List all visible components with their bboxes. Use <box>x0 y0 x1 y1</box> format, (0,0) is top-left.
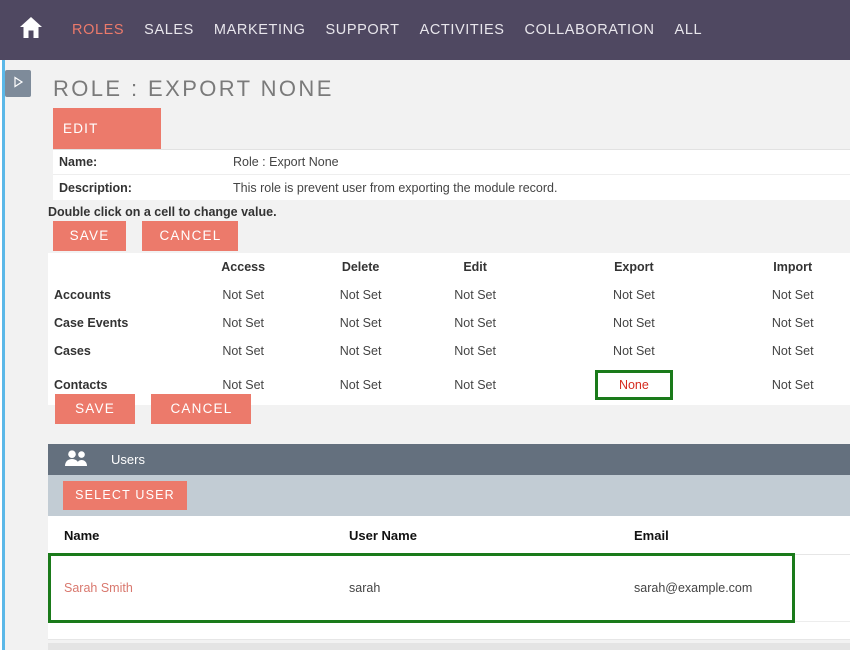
user-username-cell: sarah <box>333 554 618 622</box>
users-panel-header: Users <box>48 444 850 475</box>
users-toolbar: SELECT USER <box>48 475 850 516</box>
permission-cell-import[interactable]: Not Set <box>735 337 850 365</box>
permission-cell-edit[interactable]: Not Set <box>418 337 533 365</box>
permissions-col-module <box>48 253 183 281</box>
nav-items: ROLES SALES MARKETING SUPPORT ACTIVITIES… <box>62 0 712 60</box>
permission-cell-edit[interactable]: Not Set <box>418 309 533 337</box>
permission-cell-import[interactable]: Not Set <box>735 365 850 405</box>
home-icon <box>19 16 43 44</box>
permissions-col-edit: Edit <box>463 260 487 274</box>
detail-row-description: Description: This role is prevent user f… <box>53 175 850 200</box>
highlighted-value: None <box>594 370 673 400</box>
permission-cell-edit[interactable]: Not Set <box>418 365 533 405</box>
edit-hint-text: Double click on a cell to change value. <box>48 205 277 219</box>
select-user-button[interactable]: SELECT USER <box>63 481 187 510</box>
permission-cell-delete[interactable]: Not Set <box>303 309 418 337</box>
nav-item-roles[interactable]: ROLES <box>62 0 134 60</box>
save-button-bottom[interactable]: SAVE <box>55 394 135 424</box>
nav-item-label: ACTIVITIES <box>419 22 505 38</box>
cancel-button-bottom[interactable]: CANCEL <box>151 394 252 424</box>
permission-cell-export[interactable]: Not Set <box>532 337 735 365</box>
users-table: Name User Name Email Sarah Smith sarah s… <box>48 516 850 622</box>
permission-cell-import[interactable]: Not Set <box>735 281 850 309</box>
nav-item-label: ROLES <box>72 22 125 38</box>
permissions-buttons-top: SAVE CANCEL <box>53 221 250 251</box>
table-row: Cases Not Set Not Set Not Set Not Set No… <box>48 337 850 365</box>
nav-item-label: SUPPORT <box>325 22 400 38</box>
permission-cell-delete[interactable]: Not Set <box>303 281 418 309</box>
home-button[interactable] <box>0 0 62 60</box>
users-col-name: Name <box>48 516 333 555</box>
permissions-col-access: Access <box>221 260 266 274</box>
record-detail-table: Name: Role : Export None Description: Th… <box>53 149 850 200</box>
permission-cell-export-highlighted[interactable]: None <box>532 365 735 405</box>
user-name-link[interactable]: Sarah Smith <box>64 581 133 595</box>
app-root: ROLES SALES MARKETING SUPPORT ACTIVITIES… <box>0 0 850 650</box>
users-panel-title: Users <box>111 452 145 467</box>
bottom-strip <box>48 643 850 650</box>
permissions-buttons-bottom: SAVE CANCEL <box>55 394 263 424</box>
nav-item-support[interactable]: SUPPORT <box>316 0 410 60</box>
users-panel: Users SELECT USER Name User Name Email S… <box>48 444 850 640</box>
permission-cell-access[interactable]: Not Set <box>183 281 303 309</box>
permission-module-name: Case Events <box>54 316 129 330</box>
permission-cell-export[interactable]: Not Set <box>532 281 735 309</box>
nav-item-label: MARKETING <box>213 22 306 38</box>
play-triangle-icon <box>13 75 24 93</box>
top-navigation-bar: ROLES SALES MARKETING SUPPORT ACTIVITIES… <box>0 0 850 60</box>
page-title: ROLE : EXPORT NONE <box>53 76 334 101</box>
table-row[interactable]: Sarah Smith sarah sarah@example.com <box>48 554 850 622</box>
nav-item-label: ALL <box>674 22 703 38</box>
left-accent-rail <box>2 60 5 650</box>
nav-item-sales[interactable]: SALES <box>134 0 204 60</box>
nav-item-label: SALES <box>144 22 194 38</box>
permission-cell-import[interactable]: Not Set <box>735 309 850 337</box>
detail-row-name: Name: Role : Export None <box>53 150 850 175</box>
table-row: Accounts Not Set Not Set Not Set Not Set… <box>48 281 850 309</box>
nav-item-all[interactable]: ALL <box>665 0 713 60</box>
permissions-header-row: Access Delete Edit Export Import <box>48 253 850 281</box>
save-button-top[interactable]: SAVE <box>53 221 126 251</box>
permission-cell-delete[interactable]: Not Set <box>303 337 418 365</box>
permission-cell-export[interactable]: Not Set <box>532 309 735 337</box>
sidebar-expand-button[interactable] <box>5 70 31 97</box>
permission-cell-access[interactable]: Not Set <box>183 337 303 365</box>
permissions-col-import: Import <box>773 260 813 274</box>
users-table-wrapper: Name User Name Email Sarah Smith sarah s… <box>48 516 850 640</box>
nav-item-activities[interactable]: ACTIVITIES <box>410 0 515 60</box>
users-header-row: Name User Name Email <box>48 516 850 555</box>
table-row: Case Events Not Set Not Set Not Set Not … <box>48 309 850 337</box>
detail-label: Description: <box>59 180 132 195</box>
permission-cell-edit[interactable]: Not Set <box>418 281 533 309</box>
permission-module-name: Accounts <box>54 288 111 302</box>
nav-item-collaboration[interactable]: COLLABORATION <box>515 0 665 60</box>
users-col-email: Email <box>618 516 850 555</box>
permissions-col-delete: Delete <box>341 260 380 274</box>
permissions-table: Access Delete Edit Export Import Account… <box>48 253 850 405</box>
nav-item-label: COLLABORATION <box>524 22 655 38</box>
people-icon <box>64 449 89 470</box>
cancel-button-top[interactable]: CANCEL <box>142 221 239 251</box>
user-email-cell: sarah@example.com <box>618 554 850 622</box>
detail-value: This role is prevent user from exporting… <box>233 180 558 195</box>
detail-value: Role : Export None <box>233 155 339 169</box>
permission-cell-access[interactable]: Not Set <box>183 309 303 337</box>
permissions-table-wrapper: Access Delete Edit Export Import Account… <box>48 253 850 405</box>
edit-button[interactable]: EDIT <box>53 108 161 149</box>
permissions-col-export: Export <box>614 260 654 274</box>
permission-module-name: Cases <box>54 344 91 358</box>
detail-label: Name: <box>59 155 98 169</box>
users-table-footer <box>48 622 850 640</box>
users-col-username: User Name <box>333 516 618 555</box>
user-name-cell[interactable]: Sarah Smith <box>48 554 333 622</box>
nav-item-marketing[interactable]: MARKETING <box>204 0 316 60</box>
permission-cell-delete[interactable]: Not Set <box>303 365 418 405</box>
